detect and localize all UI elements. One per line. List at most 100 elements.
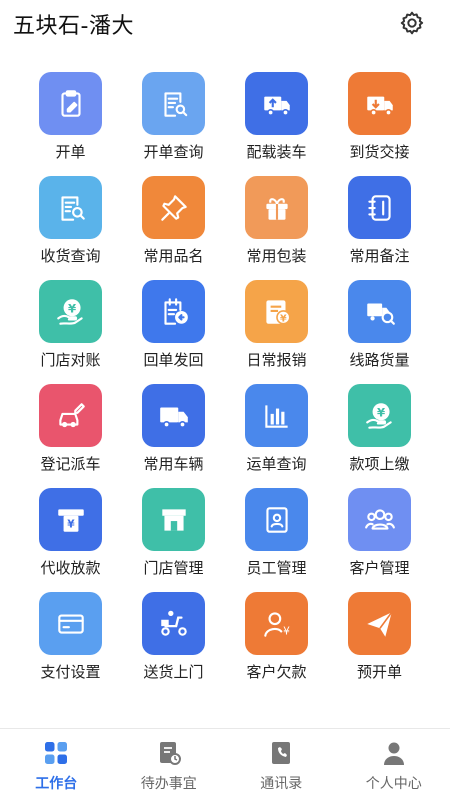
bottom-tab-bar: 工作台 待办事宜 通讯录 个人中心 — [0, 728, 450, 800]
receipt-return-icon — [163, 297, 188, 325]
menu-item[interactable]: 到货交接 — [328, 72, 431, 176]
grid-icon — [45, 742, 68, 764]
menu-label: 回单发回 — [143, 351, 204, 369]
svg-text:¥: ¥ — [283, 624, 290, 637]
menu-tile[interactable] — [142, 176, 205, 239]
menu-tile[interactable]: ¥ — [245, 280, 308, 343]
phone-book-icon — [272, 742, 291, 764]
menu-item[interactable]: 常用品名 — [122, 176, 225, 280]
tab-item[interactable]: 个人中心 — [338, 729, 450, 800]
store-icon — [161, 508, 186, 531]
menu-tile[interactable]: ¥ — [39, 488, 102, 551]
person-yen-icon: ¥ — [263, 611, 290, 637]
menu-item[interactable]: 门店管理 — [122, 488, 225, 592]
menu-tile[interactable]: ¥ — [39, 280, 102, 343]
menu-tile[interactable] — [39, 384, 102, 447]
paper-plane-icon — [366, 611, 392, 637]
notebook-icon — [367, 194, 391, 221]
menu-item[interactable]: 送货上门 — [122, 592, 225, 696]
menu-tile[interactable] — [348, 592, 411, 655]
menu-item[interactable]: ¥ 门店对账 — [19, 280, 122, 384]
receipt-search-icon — [60, 195, 85, 221]
menu-tile[interactable] — [142, 72, 205, 135]
menu-label: 常用车辆 — [143, 455, 204, 473]
app-header: 五块石-潘大 — [0, 0, 450, 50]
menu-item[interactable]: 客户管理 — [328, 488, 431, 592]
menu-item[interactable]: 预开单 — [328, 592, 431, 696]
hand-yen-icon: ¥ — [56, 298, 83, 325]
hand-yen-icon: ¥ — [365, 402, 392, 429]
menu-item[interactable]: 收货查询 — [19, 176, 122, 280]
todo-icon — [159, 742, 181, 765]
menu-tile[interactable] — [348, 72, 411, 135]
menu-item[interactable]: 开单查询 — [122, 72, 225, 176]
menu-item[interactable]: ¥ 客户欠款 — [225, 592, 328, 696]
menu-item[interactable]: 线路货量 — [328, 280, 431, 384]
atm-yen-icon: ¥ — [57, 508, 84, 532]
menu-item[interactable]: 常用备注 — [328, 176, 431, 280]
menu-item[interactable]: 登记派车 — [19, 384, 122, 488]
menu-item[interactable]: 支付设置 — [19, 592, 122, 696]
tab-label: 通讯录 — [260, 776, 303, 792]
clipboard-pen-icon — [60, 89, 81, 117]
tab-label: 待办事宜 — [140, 776, 197, 792]
menu-tile[interactable] — [142, 488, 205, 551]
menu-item[interactable]: 运单查询 — [225, 384, 328, 488]
truck-icon — [159, 407, 188, 428]
menu-item[interactable]: 常用包装 — [225, 176, 328, 280]
menu-item[interactable]: ¥ 代收放款 — [19, 488, 122, 592]
menu-label: 线路货量 — [349, 351, 410, 369]
menu-label: 到货交接 — [349, 143, 410, 161]
menu-tile[interactable] — [142, 384, 205, 447]
menu-label: 门店管理 — [143, 559, 204, 577]
menu-tile[interactable] — [245, 72, 308, 135]
card-icon — [57, 613, 84, 634]
menu-label: 常用备注 — [349, 247, 410, 265]
tab-item[interactable]: 工作台 — [0, 729, 113, 800]
tab-item[interactable]: 待办事宜 — [113, 729, 226, 800]
id-card-icon — [265, 506, 288, 533]
menu-item[interactable]: 开单 — [19, 72, 122, 176]
menu-label: 运单查询 — [246, 455, 307, 473]
menu-item[interactable]: ¥ 款项上缴 — [328, 384, 431, 488]
bar-chart-icon — [264, 404, 288, 428]
menu-label: 常用包装 — [246, 247, 307, 265]
menu-item[interactable]: 回单发回 — [122, 280, 225, 384]
menu-tile[interactable] — [245, 488, 308, 551]
menu-tile[interactable] — [39, 72, 102, 135]
menu-label: 常用品名 — [143, 247, 204, 265]
gear-icon[interactable] — [399, 10, 425, 36]
menu-label: 日常报销 — [246, 351, 307, 369]
truck-arrive-icon — [366, 96, 393, 116]
truck-load-icon — [263, 96, 290, 116]
menu-tile[interactable] — [39, 592, 102, 655]
menu-label: 门店对账 — [40, 351, 101, 369]
svg-text:¥: ¥ — [67, 517, 75, 530]
menu-label: 送货上门 — [143, 663, 204, 681]
menu-tile[interactable] — [39, 176, 102, 239]
menu-label: 收货查询 — [40, 247, 101, 265]
menu-label: 款项上缴 — [349, 455, 410, 473]
menu-item[interactable]: 员工管理 — [225, 488, 328, 592]
menu-tile[interactable] — [245, 384, 308, 447]
menu-item[interactable]: ¥ 日常报销 — [225, 280, 328, 384]
menu-tile[interactable] — [348, 280, 411, 343]
person-icon — [383, 742, 404, 765]
menu-tile[interactable] — [348, 488, 411, 551]
menu-tile[interactable] — [142, 280, 205, 343]
menu-label: 开单 — [55, 143, 86, 161]
menu-item[interactable]: 常用车辆 — [122, 384, 225, 488]
menu-item[interactable]: 配载装车 — [225, 72, 328, 176]
menu-label: 代收放款 — [40, 559, 101, 577]
document-search-icon — [163, 91, 187, 117]
delivery-scooter-icon — [160, 610, 187, 636]
menu-tile[interactable]: ¥ — [348, 384, 411, 447]
tab-item[interactable]: 通讯录 — [225, 729, 338, 800]
menu-tile[interactable] — [245, 176, 308, 239]
menu-tile[interactable]: ¥ — [245, 592, 308, 655]
route-search-icon — [366, 303, 395, 325]
menu-tile[interactable] — [348, 176, 411, 239]
svg-text:¥: ¥ — [68, 301, 76, 315]
page-title: 五块石-潘大 — [13, 14, 134, 39]
menu-tile[interactable] — [142, 592, 205, 655]
